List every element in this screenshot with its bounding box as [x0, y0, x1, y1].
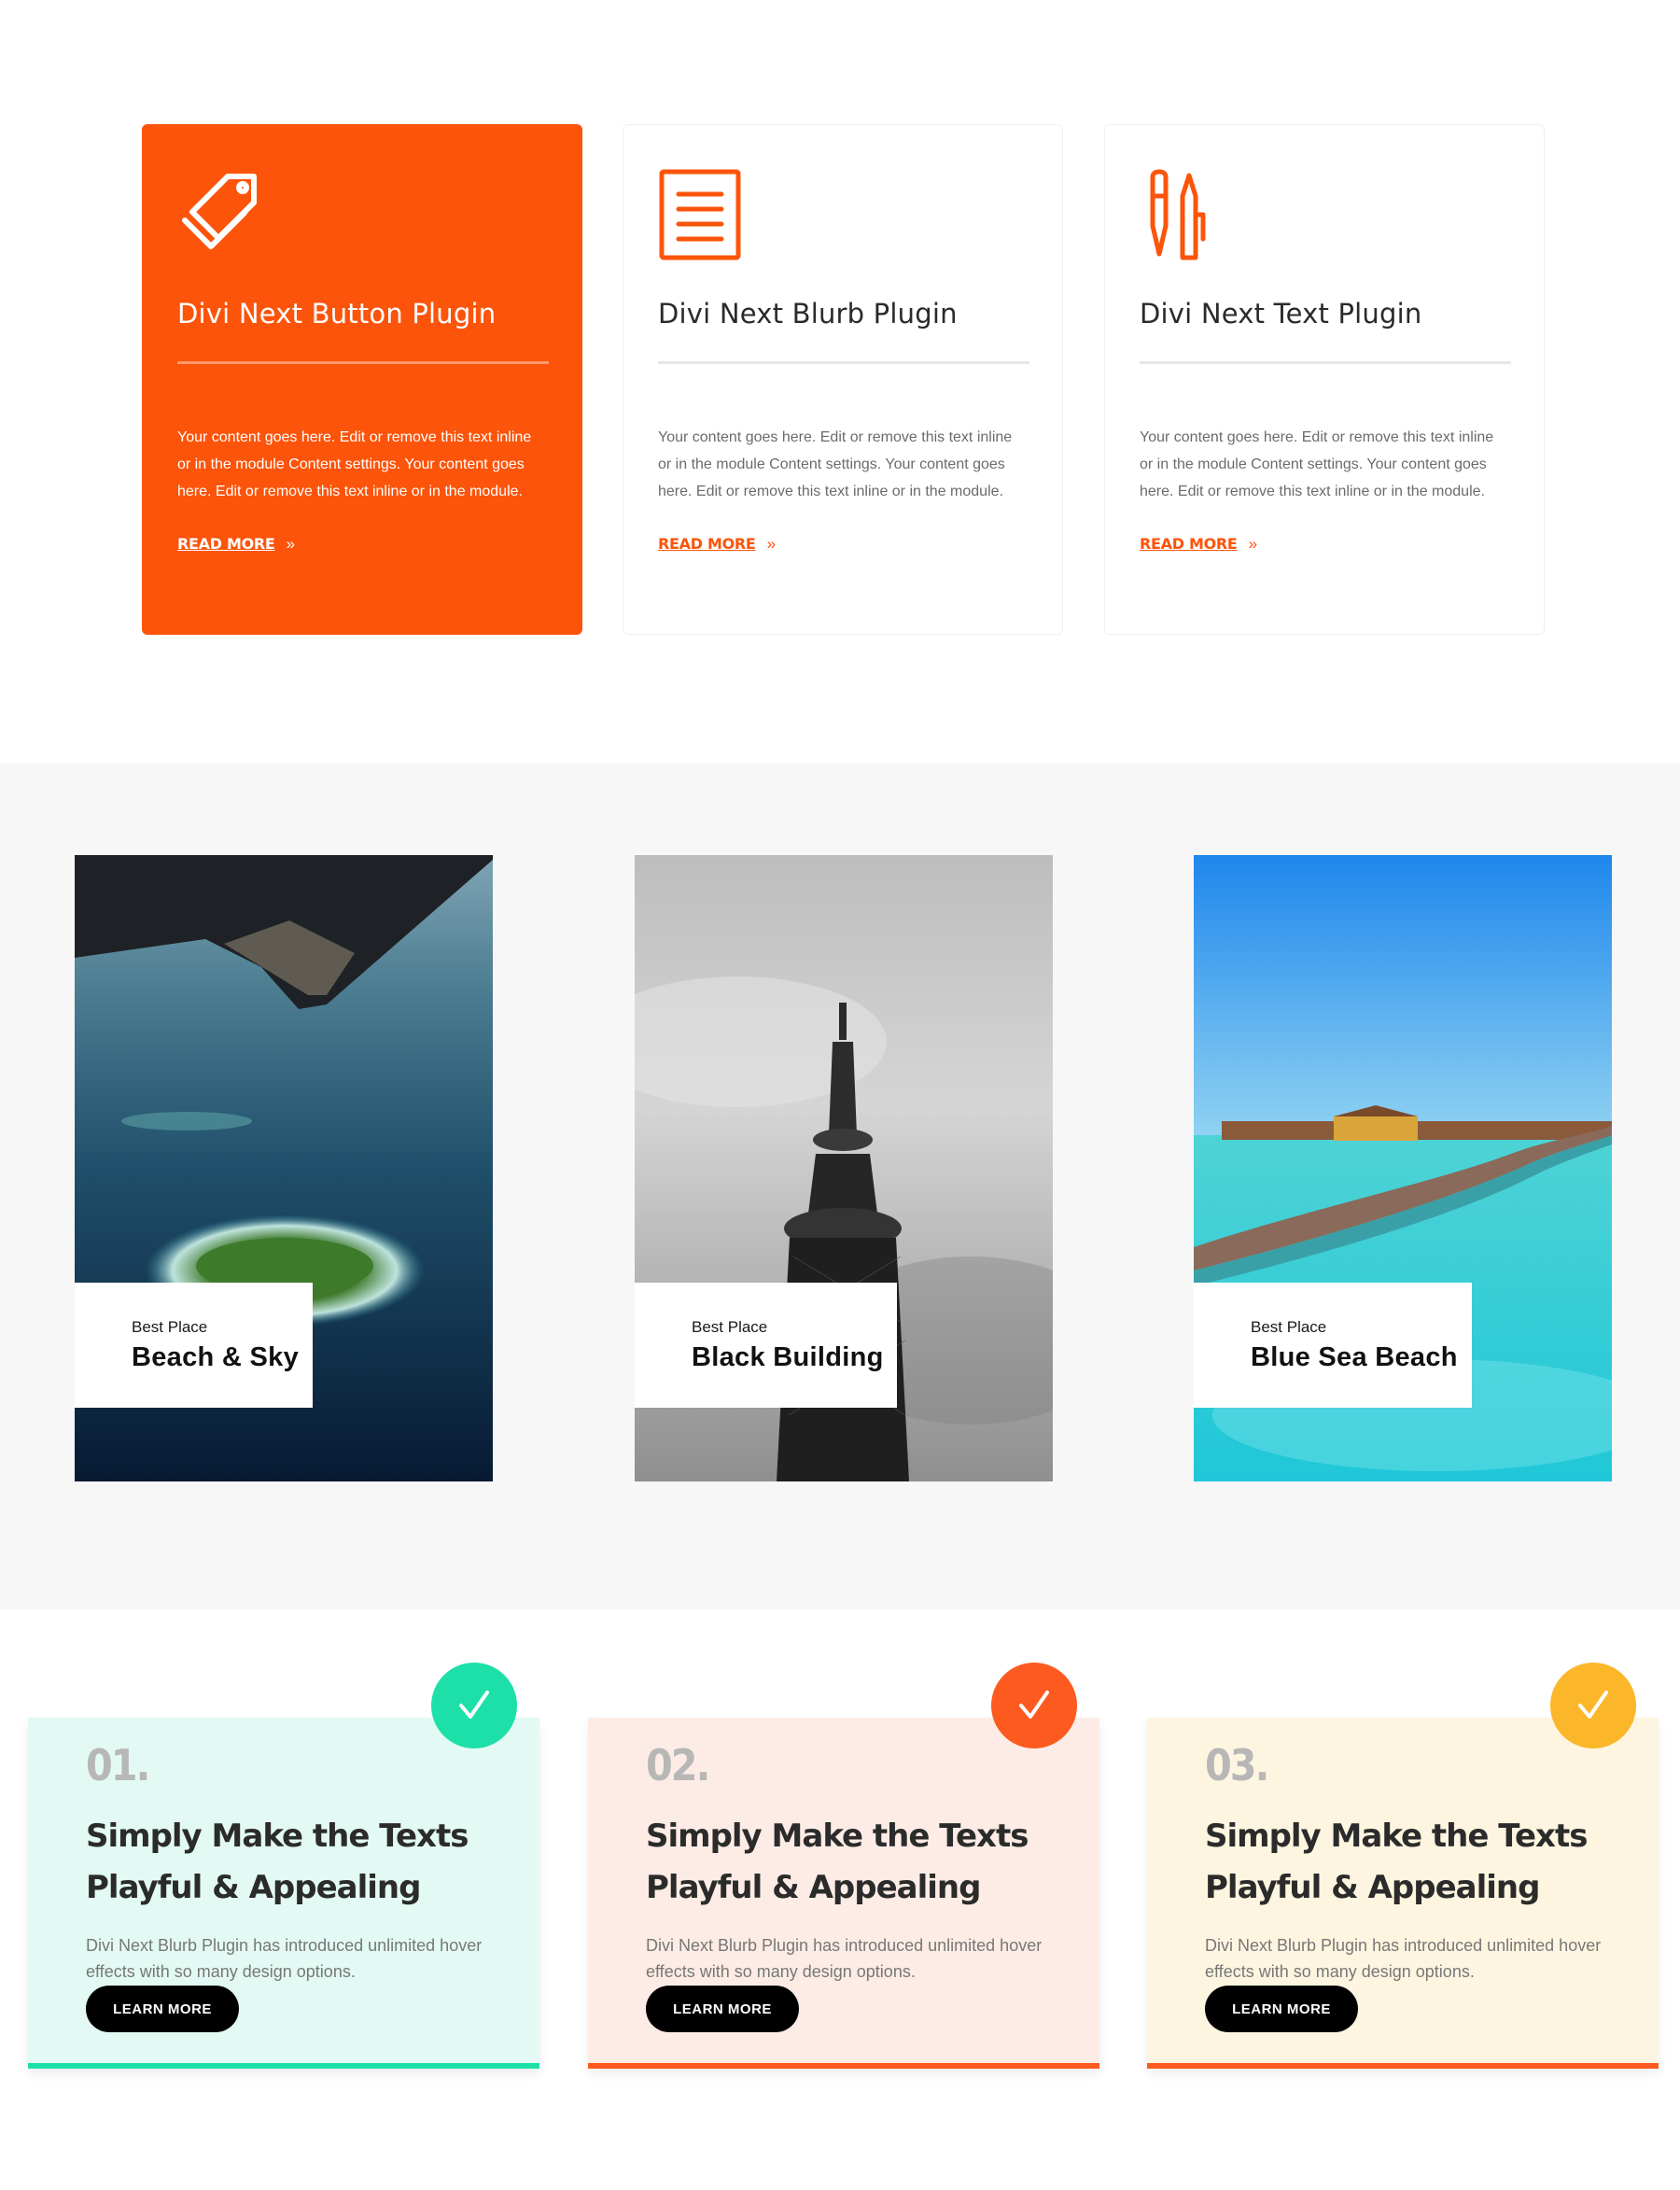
plugin-description: Your content goes here. Edit or remove t…: [177, 429, 532, 499]
place-card-beach-sky[interactable]: Best Place Beach & Sky: [75, 855, 493, 1481]
feature-text: Divi Next Blurb Plugin has introduced un…: [1205, 1936, 1602, 1981]
divider: [1140, 361, 1511, 364]
check-icon: [1550, 1663, 1636, 1748]
feature-title: Simply Make the Texts Playful & Appealin…: [1205, 1818, 1588, 1906]
place-kicker: Best Place: [1251, 1318, 1327, 1336]
plugin-card-text: Divi Next Text Plugin Your content goes …: [1104, 124, 1545, 635]
pencils-icon: [1150, 169, 1206, 260]
feature-text: Divi Next Blurb Plugin has introduced un…: [646, 1936, 1043, 1981]
place-card-black-building[interactable]: Best Place Black Building: [635, 855, 1053, 1481]
chevron-right-icon: »: [1248, 535, 1258, 553]
plugin-description: Your content goes here. Edit or remove t…: [1140, 429, 1494, 499]
feature-box-03: 03. Simply Make the Texts Playful & Appe…: [1147, 1718, 1659, 2069]
plugin-description: Your content goes here. Edit or remove t…: [658, 429, 1013, 499]
place-name: Black Building: [692, 1342, 884, 1372]
place-name: Blue Sea Beach: [1251, 1342, 1458, 1372]
place-label: Best Place Black Building: [635, 1283, 897, 1408]
feature-text: Divi Next Blurb Plugin has introduced un…: [86, 1936, 483, 1981]
check-icon: [431, 1663, 517, 1748]
chevron-right-icon: »: [286, 535, 296, 553]
learn-more-button[interactable]: LEARN MORE: [86, 1986, 239, 2032]
tag-icon: [182, 174, 257, 249]
document-icon: [659, 169, 741, 260]
place-label: Best Place Blue Sea Beach: [1194, 1283, 1472, 1408]
learn-more-button[interactable]: LEARN MORE: [1205, 1986, 1358, 2032]
place-label: Best Place Beach & Sky: [75, 1283, 313, 1408]
plugin-title: Divi Next Text Plugin: [1140, 298, 1422, 330]
plugin-title: Divi Next Blurb Plugin: [658, 298, 958, 330]
read-more-link[interactable]: READ MORE: [658, 535, 756, 553]
divider: [658, 361, 1029, 364]
divider: [177, 361, 549, 364]
plugin-card-blurb: Divi Next Blurb Plugin Your content goes…: [623, 124, 1063, 635]
accent-bar: [588, 2063, 1099, 2069]
read-more-link[interactable]: READ MORE: [1140, 535, 1238, 553]
chevron-right-icon: »: [766, 535, 777, 553]
place-card-blue-sea-beach[interactable]: Best Place Blue Sea Beach: [1194, 855, 1612, 1481]
learn-more-button[interactable]: LEARN MORE: [646, 1986, 799, 2032]
feature-title: Simply Make the Texts Playful & Appealin…: [646, 1818, 1029, 1906]
feature-title: Simply Make the Texts Playful & Appealin…: [86, 1818, 469, 1906]
accent-bar: [28, 2063, 539, 2069]
place-name: Beach & Sky: [132, 1342, 299, 1372]
check-icon: [991, 1663, 1077, 1748]
read-more-link[interactable]: READ MORE: [177, 535, 275, 553]
feature-box-01: 01. Simply Make the Texts Playful & Appe…: [28, 1718, 539, 2069]
feature-box-02: 02. Simply Make the Texts Playful & Appe…: [588, 1718, 1099, 2069]
plugin-title: Divi Next Button Plugin: [177, 298, 497, 330]
plugin-card-button: Divi Next Button Plugin Your content goe…: [142, 124, 582, 635]
accent-bar: [1147, 2063, 1659, 2069]
place-kicker: Best Place: [132, 1318, 208, 1336]
place-kicker: Best Place: [692, 1318, 768, 1336]
